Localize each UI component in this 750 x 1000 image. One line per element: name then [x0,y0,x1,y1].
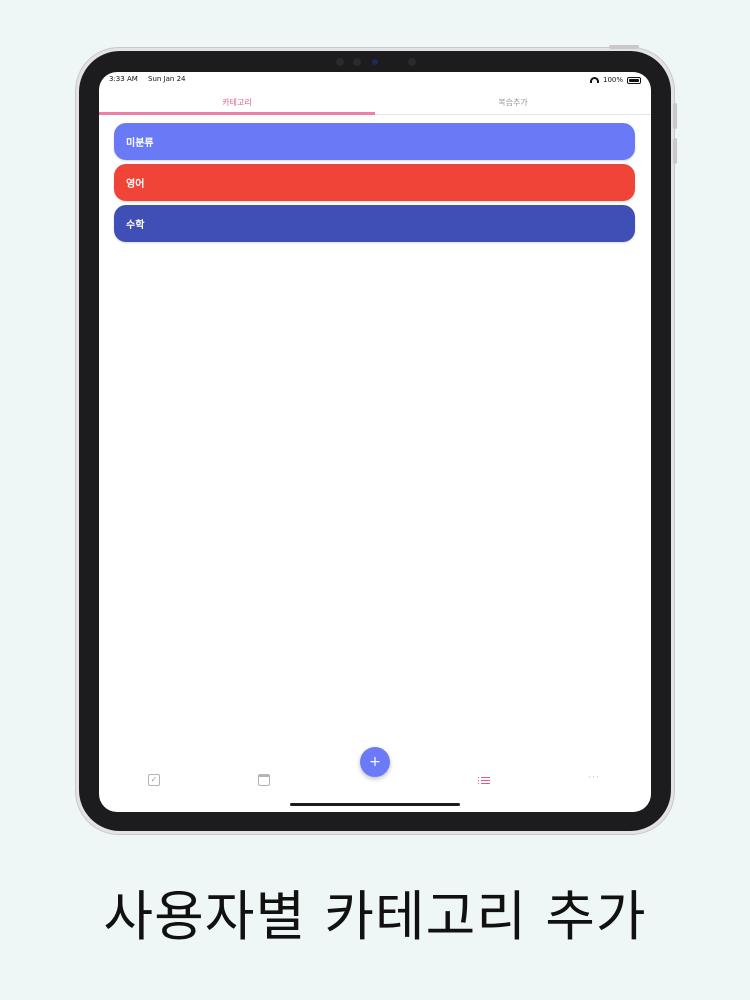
category-label: 영어 [126,179,145,190]
top-tabs: 카테고리 복습추가 [99,90,651,115]
tab-category[interactable]: 카테고리 [99,90,375,115]
more-icon[interactable]: ··· [588,774,600,786]
sensor-dot [336,58,344,66]
volume-up-button [673,103,677,129]
volume-down-button [673,138,677,164]
battery-percent: 100% [602,76,623,84]
sensor-dot [408,58,416,66]
category-item-english[interactable]: 영어 [114,164,635,201]
wifi-icon [589,77,599,83]
category-label: 수학 [126,220,145,231]
sensor-dot [353,58,361,66]
status-date: Sun Jan 24 [148,75,186,83]
battery-icon [627,76,641,84]
category-list: 미분류 영어 수학 [114,123,635,246]
home-indicator [290,803,460,806]
camera-lens [372,59,378,65]
status-time: 3:33 AM [109,75,138,83]
checkbox-icon[interactable]: ✓ [148,774,160,786]
calendar-icon[interactable] [258,774,270,786]
category-item-uncategorized[interactable]: 미분류 [114,123,635,160]
list-icon[interactable] [478,774,490,786]
bottom-nav: ✓ ··· [99,766,651,796]
status-bar: 3:33 AM Sun Jan 24 100% [99,72,651,88]
category-item-math[interactable]: 수학 [114,205,635,242]
app-preview: 3:33 AM Sun Jan 24 100% 카테고리 복습추가 미분류 영어… [0,0,750,1000]
category-label: 미분류 [126,138,154,149]
promo-caption: 사용자별 카테고리 추가 [103,885,647,948]
power-button [609,45,639,49]
ipad-screen: 3:33 AM Sun Jan 24 100% 카테고리 복습추가 미분류 영어… [99,72,651,812]
tab-add-review[interactable]: 복습추가 [375,90,651,114]
